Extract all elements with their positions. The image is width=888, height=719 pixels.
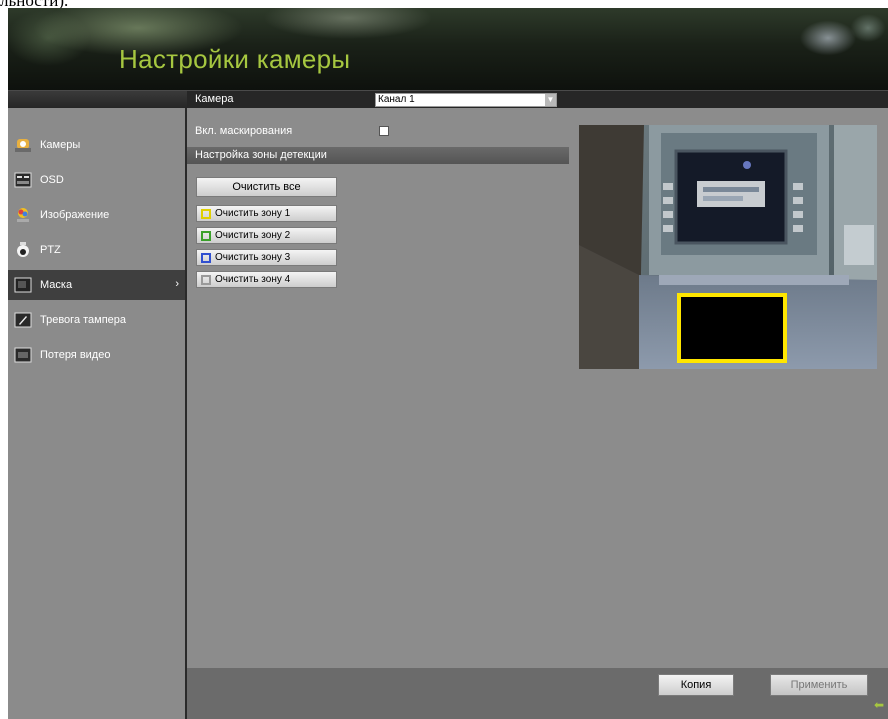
header-banner: Настройки камеры <box>8 8 888 90</box>
mask-enable-label: Вкл. маскирования <box>195 125 293 137</box>
osd-icon <box>13 171 33 189</box>
sidebar-item-osd[interactable]: OSD <box>8 165 185 195</box>
zone-button-label: Очистить зону 2 <box>215 230 291 241</box>
camera-label: Камера <box>195 93 234 105</box>
zone-button-label: Очистить зону 3 <box>215 252 291 263</box>
clear-zone-1-button[interactable]: Очистить зону 1 <box>196 205 337 222</box>
zone-color-swatch <box>201 230 211 241</box>
sidebar-item-ptz[interactable]: PTZ <box>8 235 185 265</box>
zone-color-swatch <box>201 208 211 219</box>
chevron-down-icon[interactable]: ▼ <box>545 94 556 106</box>
camera-icon <box>13 136 33 154</box>
exit-arrow-icon[interactable]: ⬅ <box>874 698 884 712</box>
chevron-right-icon: › <box>175 278 179 290</box>
sidebar-item-cameras[interactable]: Камеры <box>8 130 185 160</box>
sidebar: Камеры OSD Изображение PTZ Маска › Трево… <box>8 108 187 719</box>
sidebar-item-tamper-alarm[interactable]: Тревога тампера <box>8 305 185 335</box>
sidebar-item-label: Тревога тампера <box>40 314 127 326</box>
page-title: Настройки камеры <box>119 44 351 74</box>
zone-section-header: Настройка зоны детекции <box>187 147 569 164</box>
sidebar-item-label: Камеры <box>40 139 81 151</box>
sidebar-item-label: PTZ <box>40 244 61 256</box>
copy-button[interactable]: Копия <box>658 674 734 696</box>
clear-zone-4-button[interactable]: Очистить зону 4 <box>196 271 337 288</box>
app-window: Настройки камеры Камеры OSD Изображение … <box>8 8 888 719</box>
zone-button-label: Очистить зону 1 <box>215 208 291 219</box>
sidebar-item-label: Изображение <box>40 209 110 221</box>
zone-color-swatch <box>201 274 211 285</box>
camera-row: Камера Канал 1 ▼ <box>187 91 888 108</box>
mask-enable-checkbox[interactable] <box>379 126 389 136</box>
zone-button-label: Очистить зону 4 <box>215 274 291 285</box>
sidebar-item-label: OSD <box>40 174 64 186</box>
sidebar-item-mask[interactable]: Маска › <box>8 270 185 300</box>
camera-preview[interactable] <box>579 125 877 369</box>
ptz-icon <box>13 241 33 259</box>
clear-zone-2-button[interactable]: Очистить зону 2 <box>196 227 337 244</box>
sidebar-item-label: Маска <box>40 279 73 291</box>
clear-zone-3-button[interactable]: Очистить зону 3 <box>196 249 337 266</box>
sidebar-item-image[interactable]: Изображение <box>8 200 185 230</box>
camera-select[interactable]: Канал 1 ▼ <box>375 93 557 107</box>
camera-select-value: Канал 1 <box>378 94 415 105</box>
zone-color-swatch <box>201 252 211 263</box>
sidebar-item-label: Потеря видео <box>40 349 111 361</box>
mask-icon <box>13 276 33 294</box>
apply-button[interactable]: Применить <box>770 674 868 696</box>
image-icon <box>13 206 33 224</box>
camera-preview-image <box>579 125 877 369</box>
video-loss-icon <box>13 346 33 364</box>
main-panel: Камера Канал 1 ▼ Вкл. маскирования Настр… <box>187 91 888 719</box>
clear-all-button[interactable]: Очистить все <box>196 177 337 197</box>
sidebar-item-video-loss[interactable]: Потеря видео <box>8 340 185 370</box>
tamper-icon <box>13 311 33 329</box>
